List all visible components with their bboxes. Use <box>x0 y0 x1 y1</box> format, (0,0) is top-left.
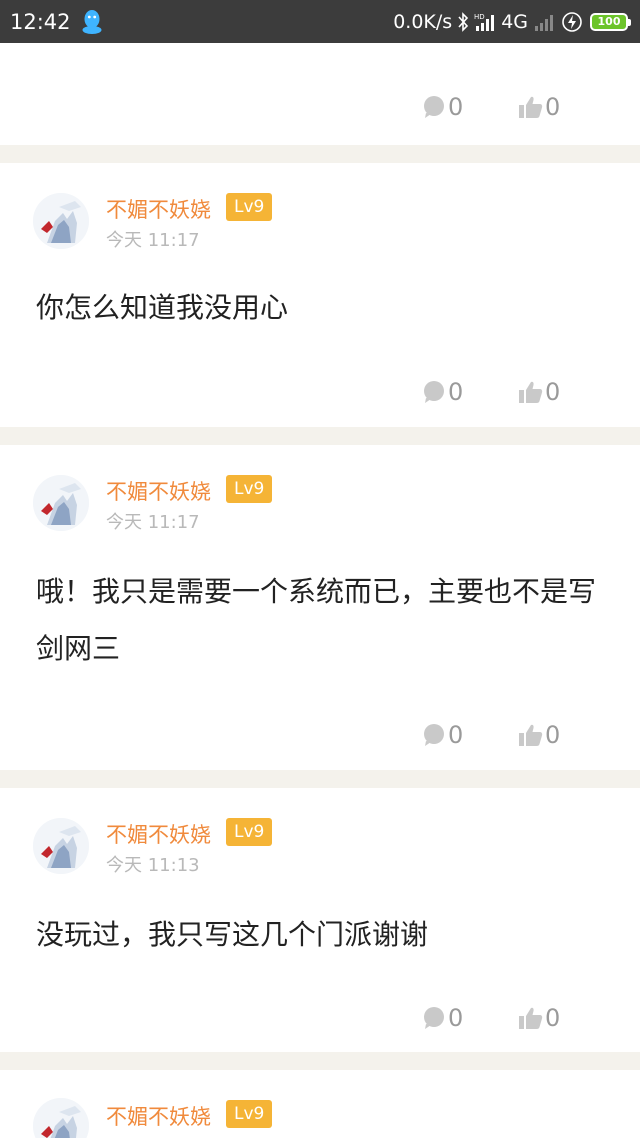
svg-text:HD: HD <box>474 13 485 21</box>
comment-text: 没玩过，我只写这几个门派谢谢 <box>36 918 429 951</box>
comment-icon <box>424 381 444 403</box>
network-speed: 0.0K/s <box>393 10 453 33</box>
level-badge: Lv9 <box>226 818 273 846</box>
username[interactable]: 不媚不妖娆 <box>106 194 211 224</box>
level-badge: Lv9 <box>226 475 273 503</box>
like-count: 0 <box>545 1004 561 1032</box>
battery-level: 100 <box>597 15 621 28</box>
network-type: 4G <box>501 10 528 33</box>
timestamp: 今天 11:17 <box>106 230 200 251</box>
qq-penguin-icon <box>82 9 102 34</box>
username[interactable]: 不媚不妖娆 <box>106 1101 211 1131</box>
comment-button[interactable]: 0 <box>422 721 463 749</box>
comment-text: 你怎么知道我没用心 <box>36 291 289 324</box>
thumbs-up-icon <box>519 724 543 746</box>
like-button[interactable]: 0 <box>518 93 560 121</box>
bluetooth-icon <box>458 11 469 32</box>
thumbs-up-icon <box>519 1007 543 1029</box>
level-badge: Lv9 <box>226 193 273 221</box>
level-badge: Lv9 <box>226 1100 273 1128</box>
comment-icon <box>424 1007 444 1029</box>
comment-card: 不媚不妖娆 Lv9 今天 11:17 哦！我只是需要一个系统而已，主要也不是写剑… <box>0 445 640 770</box>
thumbs-up-icon <box>519 381 543 403</box>
like-button[interactable]: 0 <box>518 378 560 406</box>
comment-button[interactable]: 0 <box>422 1004 463 1032</box>
battery-icon: 100 <box>590 12 631 31</box>
username[interactable]: 不媚不妖娆 <box>106 476 211 506</box>
username[interactable]: 不媚不妖娆 <box>106 819 211 849</box>
hd-signal-icon: HD <box>474 13 495 31</box>
comment-button[interactable]: 0 <box>422 93 463 121</box>
avatar[interactable] <box>33 1098 89 1138</box>
avatar[interactable] <box>33 818 89 874</box>
comment-button[interactable]: 0 <box>422 378 463 406</box>
comment-icon <box>424 96 444 118</box>
thumbs-up-icon <box>519 96 543 118</box>
comment-count: 0 <box>448 721 464 749</box>
like-count: 0 <box>545 93 561 121</box>
comment-card-partial: 0 0 <box>0 43 640 145</box>
like-count: 0 <box>545 378 561 406</box>
comment-count: 0 <box>448 1004 464 1032</box>
avatar[interactable] <box>33 193 89 249</box>
like-button[interactable]: 0 <box>518 721 560 749</box>
charging-icon <box>562 11 582 32</box>
like-button[interactable]: 0 <box>518 1004 560 1032</box>
status-bar: 12:42 0.0K/s HD 4G 100 <box>0 0 640 43</box>
comment-icon <box>424 724 444 746</box>
comment-card: 不媚不妖娆 Lv9 今天 11:17 你怎么知道我没用心 0 0 <box>0 163 640 427</box>
no-signal-icon <box>535 14 553 31</box>
like-count: 0 <box>545 721 561 749</box>
timestamp: 今天 11:13 <box>106 855 200 876</box>
comment-count: 0 <box>448 93 464 121</box>
avatar[interactable] <box>33 475 89 531</box>
comment-card: 不媚不妖娆 Lv9 今天 11:13 没玩过，我只写这几个门派谢谢 0 0 <box>0 788 640 1052</box>
timestamp: 今天 11:17 <box>106 512 200 533</box>
comment-text: 哦！我只是需要一个系统而已，主要也不是写剑网三 <box>36 575 597 665</box>
comment-count: 0 <box>448 378 464 406</box>
comment-card-partial: 不媚不妖娆 Lv9 <box>0 1070 640 1138</box>
status-time: 12:42 <box>10 9 71 34</box>
